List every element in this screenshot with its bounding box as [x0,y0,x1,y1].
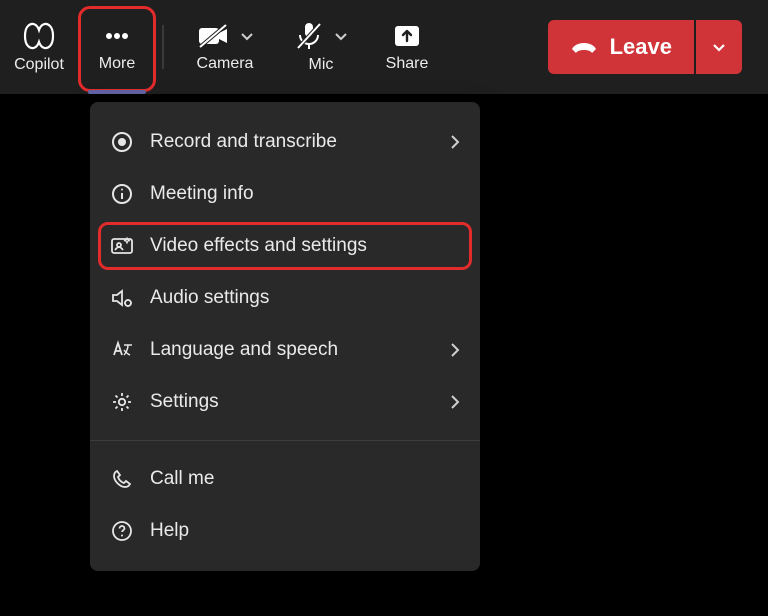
mic-off-icon [293,20,325,52]
chevron-right-icon [448,340,462,360]
camera-label: Camera [197,55,254,73]
mic-button[interactable]: Mic [276,0,366,94]
menu-item-label: Audio settings [150,287,269,309]
toolbar-divider [162,25,164,69]
hangup-icon [570,37,598,57]
menu-separator [90,440,480,441]
menu-item-call-me[interactable]: Call me [90,453,480,505]
phone-icon [108,468,136,490]
menu-item-label: Help [150,520,189,542]
menu-item-label: Record and transcribe [150,131,337,153]
menu-item-label: Video effects and settings [150,235,367,257]
menu-item-audio-settings[interactable]: Audio settings [90,272,480,324]
camera-chevron-icon[interactable] [239,28,255,44]
camera-off-icon [195,21,231,51]
more-menu: Record and transcribe Meeting info Video… [90,102,480,571]
leave-options-button[interactable] [696,20,742,74]
chevron-right-icon [448,132,462,152]
info-icon [108,183,136,205]
share-icon [390,21,424,51]
copilot-icon [21,20,57,52]
more-label: More [99,55,135,73]
mic-chevron-icon[interactable] [333,28,349,44]
record-icon [108,131,136,153]
copilot-button[interactable]: Copilot [0,0,78,94]
mic-label: Mic [309,56,334,74]
ellipsis-icon [100,21,134,51]
video-effects-icon [108,236,136,256]
menu-item-label: Settings [150,391,219,413]
menu-item-label: Language and speech [150,339,338,361]
meeting-toolbar: Copilot More Camera [0,0,768,94]
menu-item-language[interactable]: Language and speech [90,324,480,376]
more-button[interactable]: More [78,0,156,94]
chevron-down-icon [710,38,728,56]
menu-item-video-effects[interactable]: Video effects and settings [90,220,480,272]
chevron-right-icon [448,392,462,412]
leave-button[interactable]: Leave [548,20,694,74]
copilot-label: Copilot [14,56,64,74]
more-active-indicator [88,90,146,94]
menu-item-meeting-info[interactable]: Meeting info [90,168,480,220]
menu-item-record[interactable]: Record and transcribe [90,116,480,168]
menu-item-settings[interactable]: Settings [90,376,480,428]
menu-item-label: Call me [150,468,214,490]
language-icon [108,339,136,361]
menu-item-help[interactable]: Help [90,505,480,557]
share-label: Share [386,55,429,73]
leave-label: Leave [610,34,672,60]
gear-icon [108,391,136,413]
audio-settings-icon [108,287,136,309]
camera-button[interactable]: Camera [174,0,276,94]
share-button[interactable]: Share [366,0,448,94]
leave-button-group: Leave [548,20,742,74]
menu-item-label: Meeting info [150,183,254,205]
help-icon [108,520,136,542]
